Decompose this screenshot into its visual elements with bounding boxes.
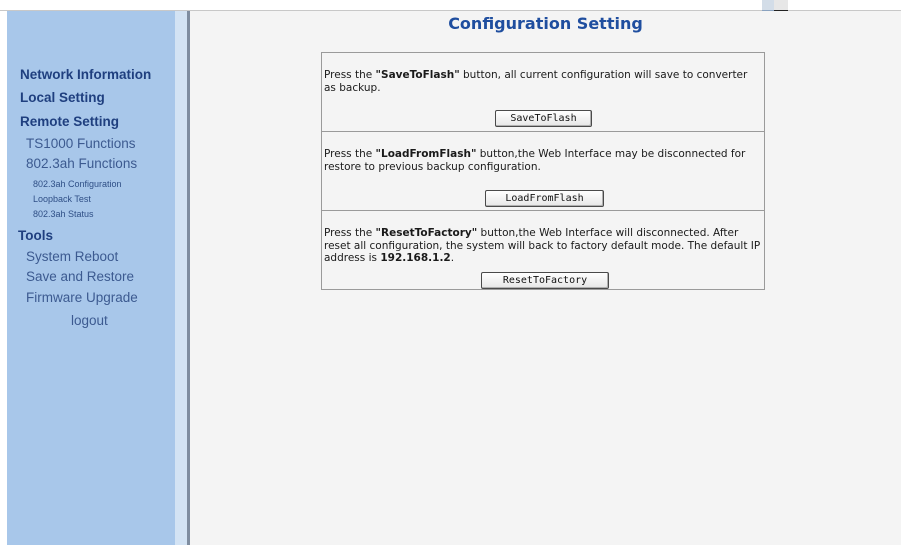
reset-desc-name: "ResetToFactory" — [375, 227, 478, 239]
load-desc-name: "LoadFromFlash" — [375, 148, 477, 160]
reset-description: Press the "ResetToFactory" button,the We… — [324, 227, 762, 265]
page-title: Configuration Setting — [448, 14, 643, 33]
nav-802-3ah-status[interactable]: 802.3ah Status — [33, 209, 94, 219]
window-control-edge — [762, 0, 774, 11]
reset-to-factory-section: Press the "ResetToFactory" button,the We… — [322, 211, 764, 289]
nav-local-setting[interactable]: Local Setting — [20, 90, 105, 105]
load-from-flash-section: Press the "LoadFromFlash" button,the Web… — [322, 132, 764, 211]
nav-logout[interactable]: logout — [71, 313, 108, 328]
save-description: Press the "SaveToFlash" button, all curr… — [324, 69, 762, 94]
window-control-edge-2 — [774, 0, 788, 11]
save-to-flash-section: Press the "SaveToFlash" button, all curr… — [322, 53, 764, 132]
nav-loopback-test[interactable]: Loopback Test — [33, 194, 91, 204]
load-description: Press the "LoadFromFlash" button,the Web… — [324, 148, 762, 173]
sidebar-stripe — [175, 11, 187, 545]
configuration-panel: Press the "SaveToFlash" button, all curr… — [321, 52, 765, 290]
reset-desc-end: . — [450, 252, 455, 264]
nav-system-reboot[interactable]: System Reboot — [26, 249, 118, 264]
nav-tools[interactable]: Tools — [18, 228, 53, 243]
nav-ts1000-functions[interactable]: TS1000 Functions — [26, 136, 136, 151]
save-desc-name: "SaveToFlash" — [375, 69, 460, 81]
nav-802-3ah-configuration[interactable]: 802.3ah Configuration — [33, 179, 122, 189]
nav-802-3ah-functions[interactable]: 802.3ah Functions — [26, 156, 137, 171]
save-to-flash-button[interactable]: SaveToFlash — [495, 110, 592, 127]
nav-firmware-upgrade[interactable]: Firmware Upgrade — [26, 290, 138, 305]
default-ip-address: 192.168.1.2 — [380, 252, 451, 264]
reset-to-factory-button[interactable]: ResetToFactory — [481, 272, 609, 289]
load-from-flash-button[interactable]: LoadFromFlash — [485, 190, 604, 207]
reset-desc-prefix: Press the — [324, 227, 376, 239]
load-desc-prefix: Press the — [324, 148, 376, 160]
save-desc-prefix: Press the — [324, 69, 376, 81]
nav-save-and-restore[interactable]: Save and Restore — [26, 269, 134, 284]
nav-network-information[interactable]: Network Information — [20, 67, 151, 82]
nav-remote-setting[interactable]: Remote Setting — [20, 114, 119, 129]
